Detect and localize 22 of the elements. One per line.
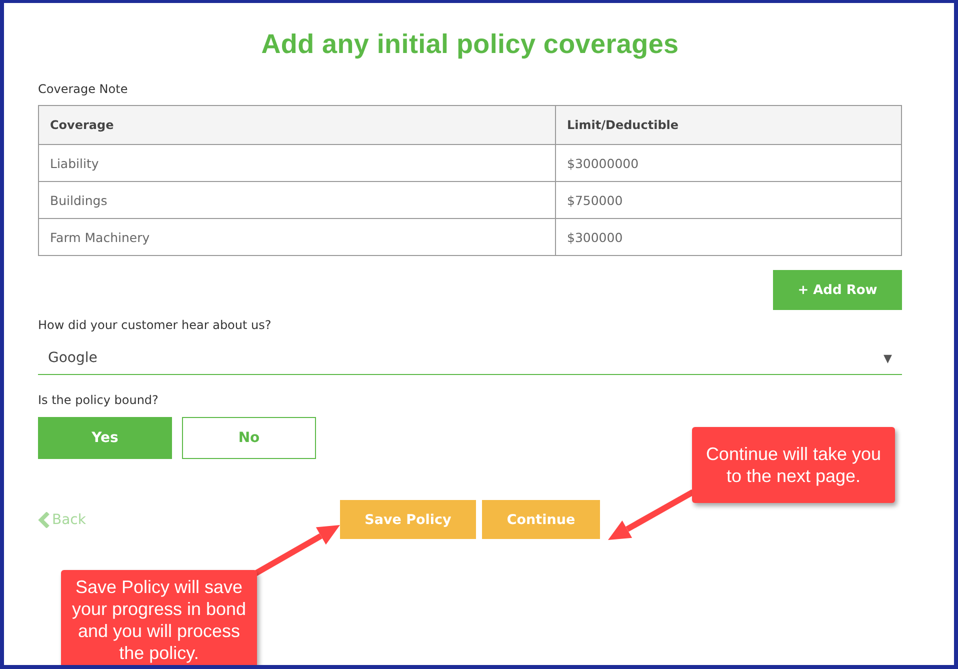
action-button[interactable]: Save Policy [340,500,476,539]
column-header: Coverage [38,106,556,144]
column-header: Limit/Deductible [556,106,902,144]
table-cell: Buildings [38,182,556,218]
back-link[interactable]: Back [52,512,86,528]
table-cell: $750000 [556,182,902,218]
callout-note: Save Policy will save your progress in bond and you will process the policy. [61,570,257,665]
callout-note: Continue will take you to the next page. [692,427,895,503]
page-title: Add any initial policy coverages [260,29,680,60]
chevron-left-icon [38,512,50,528]
field-label: How did your customer hear about us? [38,318,272,332]
table-cell: Farm Machinery [38,218,556,256]
action-button[interactable]: Continue [482,500,600,539]
field-label: Is the policy bound? [38,393,160,407]
table-cell: $300000 [556,218,902,256]
coverage-note-label: Coverage Note [38,82,129,96]
table-cell: Liability [38,144,556,182]
table-cell: $30000000 [556,144,902,182]
toggle-option[interactable]: Yes [38,417,172,459]
referral-dropdown[interactable]: Google ▼ [38,342,902,375]
toggle-option[interactable]: No [182,417,316,459]
add-row-button[interactable]: + Add Row [773,270,902,310]
